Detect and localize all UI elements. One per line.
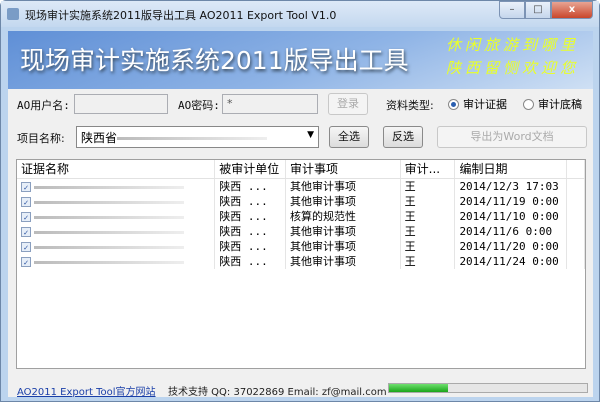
invert-selection-button[interactable]: 反选 [383, 126, 423, 148]
evidence-name-cell: ✓ [17, 239, 216, 254]
project-value: 陕西省 [81, 131, 118, 145]
type-label: 资料类型: [386, 99, 434, 112]
radio-label: 审计底稿 [538, 98, 582, 111]
auditor-cell: 王 [401, 209, 456, 224]
redacted-text [34, 215, 184, 219]
item-cell: 其他审计事项 [286, 224, 401, 239]
app-window: 现场审计实施系统2011版导出工具 AO2011 Export Tool V1.… [0, 0, 600, 402]
checkbox-checked-icon[interactable]: ✓ [21, 197, 31, 207]
progress-bar [388, 383, 588, 393]
support-info: 技术支持 QQ: 37022869 Email: zf@mail.com [168, 387, 387, 398]
window-title: 现场审计实施系统2011版导出工具 AO2011 Export Tool V1.… [25, 9, 337, 22]
column-header-auditor[interactable]: 审计... [401, 160, 456, 178]
password-label: AO密码: [178, 99, 220, 112]
app-icon [7, 8, 19, 20]
client-area: 现场审计实施系统2011版导出工具 休闲旅游到哪里 陕西留恻欢迎您 AO用户名:… [8, 31, 593, 398]
minimize-button[interactable]: – [499, 1, 525, 19]
redacted-text [34, 260, 184, 264]
date-cell: 2014/11/24 0:00 [455, 254, 568, 269]
checkbox-checked-icon[interactable]: ✓ [21, 212, 31, 222]
radio-audit-evidence[interactable]: 审计证据 [448, 96, 507, 112]
banner-slogan-1: 休闲旅游到哪里 [445, 36, 579, 54]
checkbox-checked-icon[interactable]: ✓ [21, 257, 31, 267]
column-header-name[interactable]: 证据名称 [17, 160, 216, 178]
redacted-text [34, 245, 184, 249]
username-label: AO用户名: [17, 99, 70, 112]
item-cell: 其他审计事项 [286, 194, 401, 209]
unit-cell: 陕西 ... [215, 254, 287, 269]
username-input[interactable] [74, 94, 168, 114]
table-row[interactable]: ✓ 陕西 ... 其他审计事项 王 2014/11/20 0:00 [17, 239, 585, 254]
select-all-button[interactable]: 全选 [329, 126, 369, 148]
project-label: 项目名称: [17, 132, 65, 145]
banner-slogan-2: 陕西留恻欢迎您 [445, 59, 579, 77]
unit-cell: 陕西 ... [215, 209, 287, 224]
date-cell: 2014/11/6 0:00 [455, 224, 568, 239]
redacted-text [34, 185, 184, 189]
column-header-unit[interactable]: 被审计单位 [215, 160, 287, 178]
auditor-cell: 王 [401, 254, 456, 269]
date-cell: 2014/11/19 0:00 [455, 194, 568, 209]
chevron-down-icon: ▼ [307, 130, 314, 140]
table-row[interactable]: ✓ 陕西 ... 其他审计事项 王 2014/11/19 0:00 [17, 194, 585, 209]
auditor-cell: 王 [401, 224, 456, 239]
checkbox-checked-icon[interactable]: ✓ [21, 182, 31, 192]
evidence-name-cell: ✓ [17, 209, 216, 224]
evidence-list: 证据名称 被审计单位 审计事项 审计... 编制日期 ✓ 陕西 ... 其他审计… [16, 159, 586, 369]
progress-fill [389, 384, 449, 392]
list-header: 证据名称 被审计单位 审计事项 审计... 编制日期 [17, 160, 585, 179]
banner-title: 现场审计实施系统2011版导出工具 [20, 46, 409, 75]
date-cell: 2014/11/10 0:00 [455, 209, 568, 224]
evidence-name-cell: ✓ [17, 224, 216, 239]
password-input[interactable]: * [222, 94, 318, 114]
title-bar: 现场审计实施系统2011版导出工具 AO2011 Export Tool V1.… [1, 1, 599, 27]
banner: 现场审计实施系统2011版导出工具 休闲旅游到哪里 陕西留恻欢迎您 [8, 31, 593, 89]
export-word-button[interactable]: 导出为Word文档 [437, 126, 587, 148]
unit-cell: 陕西 ... [215, 179, 287, 194]
column-header-date[interactable]: 编制日期 [455, 160, 568, 178]
item-cell: 其他审计事项 [286, 179, 401, 194]
table-row[interactable]: ✓ 陕西 ... 其他审计事项 王 2014/11/6 0:00 [17, 224, 585, 239]
auditor-cell: 王 [401, 194, 456, 209]
date-cell: 2014/11/20 0:00 [455, 239, 568, 254]
checkbox-checked-icon[interactable]: ✓ [21, 242, 31, 252]
status-bar: AO2011 Export Tool官方网站 技术支持 QQ: 37022869… [8, 375, 593, 398]
maximize-button[interactable]: □ [525, 1, 551, 19]
auditor-cell: 王 [401, 179, 456, 194]
item-cell: 其他审计事项 [286, 239, 401, 254]
unit-cell: 陕西 ... [215, 239, 287, 254]
column-header-item[interactable]: 审计事项 [286, 160, 401, 178]
table-row[interactable]: ✓ 陕西 ... 核算的规范性 王 2014/11/10 0:00 [17, 209, 585, 224]
radio-label: 审计证据 [463, 98, 507, 111]
unit-cell: 陕西 ... [215, 194, 287, 209]
project-select[interactable]: 陕西省 ▼ [76, 126, 319, 148]
radio-unchecked-icon [523, 98, 534, 110]
item-cell: 核算的规范性 [286, 209, 401, 224]
redacted-text [34, 230, 184, 234]
unit-cell: 陕西 ... [215, 224, 287, 239]
login-button[interactable]: 登录 [328, 93, 368, 115]
table-row[interactable]: ✓ 陕西 ... 其他审计事项 王 2014/12/3 17:03 [17, 179, 585, 194]
date-cell: 2014/12/3 17:03 [455, 179, 568, 194]
checkbox-checked-icon[interactable]: ✓ [21, 227, 31, 237]
official-site-link[interactable]: AO2011 Export Tool官方网站 [17, 383, 156, 398]
item-cell: 其他审计事项 [286, 254, 401, 269]
redacted-text [34, 200, 184, 204]
table-row[interactable]: ✓ 陕西 ... 其他审计事项 王 2014/11/24 0:00 [17, 254, 585, 269]
evidence-name-cell: ✓ [17, 254, 216, 269]
radio-checked-icon [448, 98, 459, 110]
close-button[interactable]: x [551, 1, 593, 19]
auditor-cell: 王 [401, 239, 456, 254]
evidence-name-cell: ✓ [17, 179, 216, 194]
evidence-name-cell: ✓ [17, 194, 216, 209]
radio-audit-draft[interactable]: 审计底稿 [523, 96, 582, 112]
